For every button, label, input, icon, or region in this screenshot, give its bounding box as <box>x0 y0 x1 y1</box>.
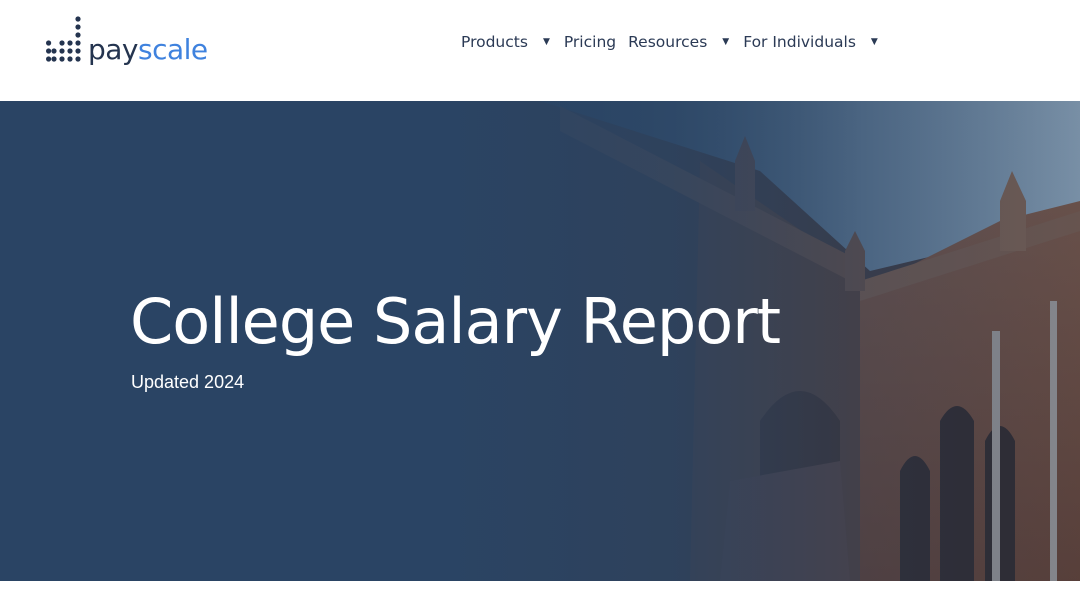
nav-item-for-individuals[interactable]: For Individuals ▼ <box>743 33 892 51</box>
nav-item-pricing-label: Pricing <box>563 33 617 51</box>
nav-item-pricing[interactable]: Pricing <box>564 33 616 51</box>
main-nav: Products ▼ Pricing Resources ▼ For Indiv… <box>461 30 892 54</box>
logo-wordmark-pay: pay <box>88 33 139 66</box>
logo-wordmark: payscale <box>88 36 208 64</box>
page: payscale Products ▼ Pricing Resources ▼ … <box>0 0 1080 591</box>
caret-down-icon: ▼ <box>722 36 730 47</box>
payscale-logo-mark-icon <box>46 16 81 62</box>
updated-date: Updated 2024 <box>131 372 245 392</box>
hero-banner: College Salary Report Updated 2024 <box>0 101 1080 581</box>
nav-item-products-label: Products <box>461 33 528 51</box>
caret-down-icon: ▼ <box>542 36 550 47</box>
nav-item-products[interactable]: Products ▼ <box>461 33 564 51</box>
nav-item-resources-label: Resources <box>628 33 708 51</box>
caret-down-icon: ▼ <box>870 36 878 47</box>
nav-item-for-individuals-label: For Individuals <box>743 33 856 51</box>
payscale-logo[interactable]: payscale <box>46 16 208 68</box>
page-title: College Salary Report <box>130 285 781 358</box>
page-body-start <box>0 581 1080 591</box>
site-header: payscale Products ▼ Pricing Resources ▼ … <box>0 0 1080 101</box>
logo-wordmark-scale: scale <box>138 33 208 66</box>
nav-item-resources[interactable]: Resources ▼ <box>628 33 743 51</box>
